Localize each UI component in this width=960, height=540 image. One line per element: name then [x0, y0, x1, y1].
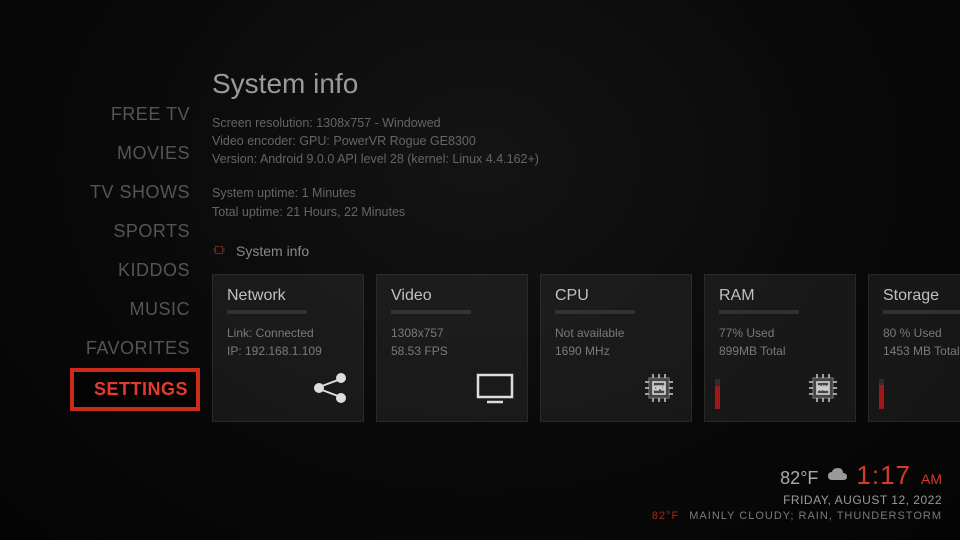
footer-cond: MAINLY CLOUDY; RAIN, THUNDERSTORM: [689, 510, 942, 522]
card-cpu[interactable]: CPU Not available 1690 MHz CPU: [540, 274, 692, 422]
card-storage-line1: 80 % Used: [883, 324, 960, 342]
card-ram[interactable]: RAM 77% Used 899MB Total RAM: [704, 274, 856, 422]
chip-icon: [212, 243, 226, 260]
sidebar-item-settings[interactable]: SETTINGS: [70, 368, 200, 411]
page-title: System info: [212, 68, 960, 100]
card-storage-title: Storage: [883, 287, 960, 305]
card-network-bar: [227, 310, 307, 314]
sidebar-item-sports[interactable]: SPORTS: [0, 212, 200, 251]
card-cpu-line2: 1690 MHz: [555, 342, 677, 360]
card-ram-title: RAM: [719, 287, 841, 305]
card-video-bar: [391, 310, 471, 314]
info-block: Screen resolution: 1308x757 - Windowed V…: [212, 114, 960, 221]
card-video-line1: 1308x757: [391, 324, 513, 342]
card-network-title: Network: [227, 287, 349, 305]
card-ram-line1: 77% Used: [719, 324, 841, 342]
card-ram-line2: 899MB Total: [719, 342, 841, 360]
card-video-line2: 58.53 FPS: [391, 342, 513, 360]
card-network-line1: Link: Connected: [227, 324, 349, 342]
sidebar-item-kiddos[interactable]: KIDDOS: [0, 251, 200, 290]
info-encoder: Video encoder: GPU: PowerVR Rogue GE8300: [212, 132, 960, 150]
share-icon: [311, 372, 351, 409]
sidebar-item-tv-shows[interactable]: TV SHOWS: [0, 173, 200, 212]
footer-temp: 82°F: [780, 468, 818, 489]
sidebar-item-free-tv[interactable]: FREE TV: [0, 95, 200, 134]
cpu-icon: CPU: [639, 372, 679, 409]
ram-usage-bar: [715, 379, 720, 409]
card-row: Network Link: Connected IP: 192.168.1.10…: [212, 274, 960, 422]
footer-ampm: AM: [921, 471, 942, 487]
section-head: System info: [212, 243, 960, 260]
footer-time: 1:17: [856, 460, 911, 491]
card-storage-bar: [883, 310, 960, 314]
card-network[interactable]: Network Link: Connected IP: 192.168.1.10…: [212, 274, 364, 422]
card-cpu-line1: Not available: [555, 324, 677, 342]
card-video[interactable]: Video 1308x757 58.53 FPS: [376, 274, 528, 422]
sidebar: FREE TV MOVIES TV SHOWS SPORTS KIDDOS MU…: [0, 95, 200, 411]
ram-icon: RAM: [803, 372, 843, 409]
sidebar-item-music[interactable]: MUSIC: [0, 290, 200, 329]
cloud-icon: [826, 466, 848, 489]
sidebar-item-favorites[interactable]: FAVORITES: [0, 329, 200, 368]
card-ram-bar: [719, 310, 799, 314]
card-video-title: Video: [391, 287, 513, 305]
card-cpu-bar: [555, 310, 635, 314]
svg-text:CPU: CPU: [654, 386, 665, 392]
section-head-label: System info: [236, 243, 309, 259]
card-network-line2: IP: 192.168.1.109: [227, 342, 349, 360]
main-content: System info Screen resolution: 1308x757 …: [212, 68, 960, 422]
info-version: Version: Android 9.0.0 API level 28 (ker…: [212, 150, 960, 168]
footer-temp2: 82°F: [652, 510, 679, 522]
card-storage-line2: 1453 MB Total: [883, 342, 960, 360]
info-resolution: Screen resolution: 1308x757 - Windowed: [212, 114, 960, 132]
svg-text:RAM: RAM: [817, 386, 828, 392]
footer-date: FRIDAY, AUGUST 12, 2022: [652, 493, 942, 507]
sidebar-item-movies[interactable]: MOVIES: [0, 134, 200, 173]
footer-weather: 82°F MAINLY CLOUDY; RAIN, THUNDERSTORM: [652, 510, 942, 522]
footer: 82°F 1:17 AM FRIDAY, AUGUST 12, 2022 82°F…: [652, 460, 942, 522]
info-sys-uptime: System uptime: 1 Minutes: [212, 184, 960, 202]
monitor-icon: [475, 372, 515, 409]
storage-usage-bar: [879, 379, 884, 409]
card-storage[interactable]: Storage 80 % Used 1453 MB Total: [868, 274, 960, 422]
card-cpu-title: CPU: [555, 287, 677, 305]
info-total-uptime: Total uptime: 21 Hours, 22 Minutes: [212, 203, 960, 221]
